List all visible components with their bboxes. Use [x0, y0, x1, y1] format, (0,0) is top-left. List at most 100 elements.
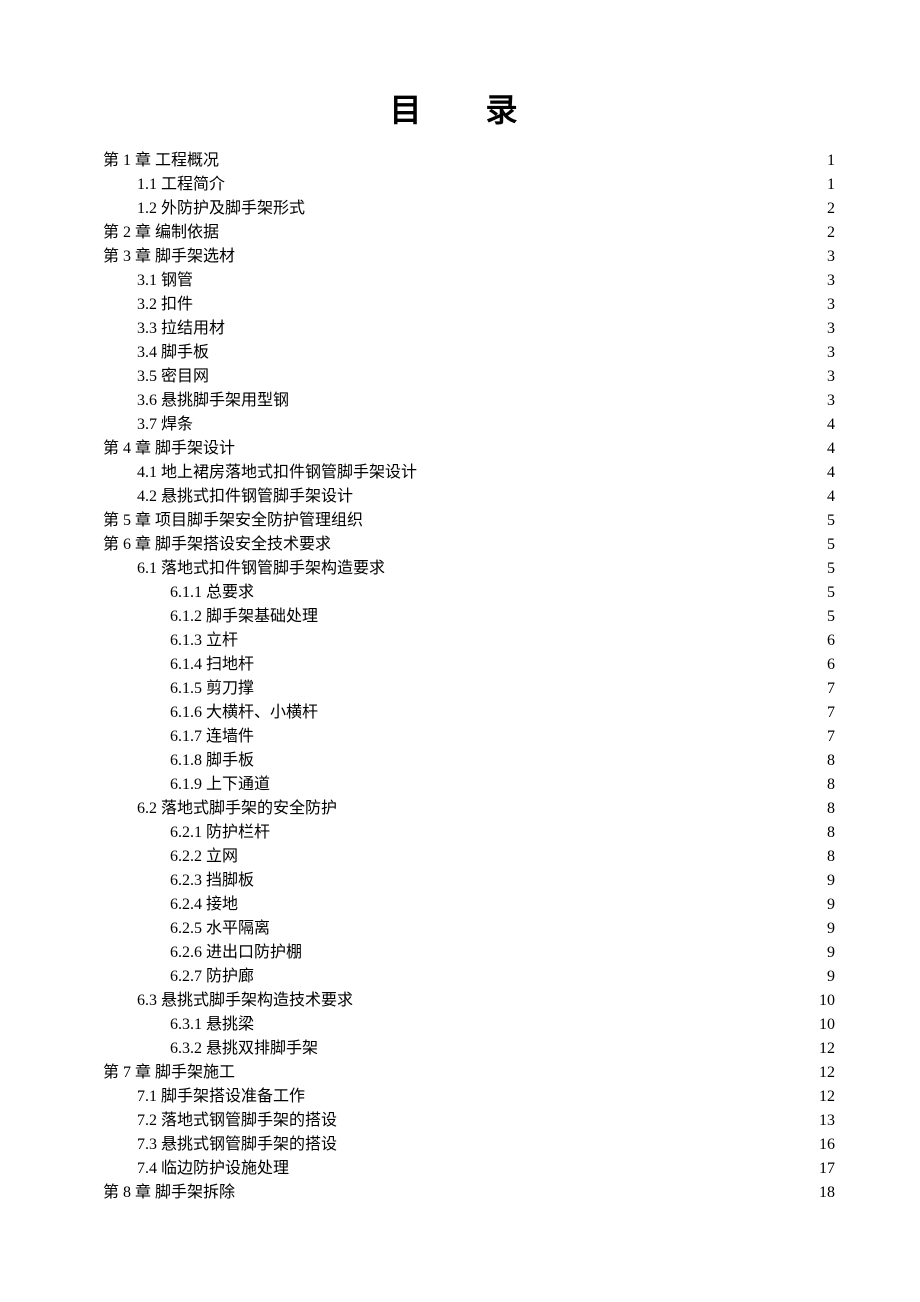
toc-entry-label: 6.1.3 立杆 — [170, 629, 238, 653]
toc-entry: 第 3 章 脚手架选材 3 — [100, 245, 835, 269]
toc-entry-label: 第 2 章 编制依据 — [103, 221, 219, 245]
toc-entry-label: 6.2.5 水平隔离 — [170, 917, 270, 941]
toc-entry: 4.1 地上裙房落地式扣件钢管脚手架设计 4 — [100, 461, 835, 485]
toc-entry-label: 第 4 章 脚手架设计 — [103, 437, 235, 461]
toc-entry-page: 7 — [827, 725, 835, 749]
toc-entry-label: 6.2 落地式脚手架的安全防护 — [137, 797, 337, 821]
toc-entry: 6.1.7 连墙件7 — [100, 725, 835, 749]
toc-title: 目 录 — [100, 85, 835, 131]
toc-entry-label: 6.1.5 剪刀撑 — [170, 677, 254, 701]
toc-entry-label: 第 3 章 脚手架选材 — [103, 245, 235, 269]
toc-entry-label: 第 1 章 工程概况 — [103, 149, 219, 173]
toc-entry-page: 6 — [827, 653, 835, 677]
toc-entry-label: 第 8 章 脚手架拆除 — [103, 1181, 235, 1205]
toc-entry-label: 3.2 扣件 — [137, 293, 193, 317]
toc-entry: 6.2.5 水平隔离 9 — [100, 917, 835, 941]
toc-entry: 3.7 焊条 4 — [100, 413, 835, 437]
toc-entry-page: 4 — [827, 437, 835, 461]
toc-entry-page: 12 — [819, 1061, 835, 1085]
toc-entry: 6.2.6 进出口防护棚 9 — [100, 941, 835, 965]
toc-entry-label: 3.3 拉结用材 — [137, 317, 225, 341]
toc-entry-page: 4 — [827, 413, 835, 437]
toc-entry-page: 10 — [819, 989, 835, 1013]
toc-entry-page: 6 — [827, 629, 835, 653]
toc-entry: 第 8 章 脚手架拆除 18 — [100, 1181, 835, 1205]
toc-entry-label: 6.1.1 总要求 — [170, 581, 254, 605]
toc-entry-page: 9 — [827, 893, 835, 917]
toc-entry-label: 6.1.8 脚手板 — [170, 749, 254, 773]
toc-entry: 7.1 脚手架搭设准备工作 12 — [100, 1085, 835, 1109]
toc-entry: 6.1 落地式扣件钢管脚手架构造要求5 — [100, 557, 835, 581]
toc-entry-page: 3 — [827, 269, 835, 293]
toc-entry-page: 8 — [827, 845, 835, 869]
toc-entry-label: 6.2.1 防护栏杆 — [170, 821, 270, 845]
toc-entry-page: 9 — [827, 869, 835, 893]
toc-entry-page: 9 — [827, 941, 835, 965]
toc-entry: 3.3 拉结用材 3 — [100, 317, 835, 341]
toc-entry-label: 1.1 工程简介 — [137, 173, 225, 197]
toc-entry-label: 6.3.2 悬挑双排脚手架 — [170, 1037, 318, 1061]
toc-entry-label: 3.6 悬挑脚手架用型钢 — [137, 389, 289, 413]
toc-entry-page: 5 — [827, 581, 835, 605]
toc-entry: 第 7 章 脚手架施工12 — [100, 1061, 835, 1085]
toc-entry-label: 7.3 悬挑式钢管脚手架的搭设 — [137, 1133, 337, 1157]
toc-entry: 1.1 工程简介1 — [100, 173, 835, 197]
toc-entry: 6.1.6 大横杆、小横杆7 — [100, 701, 835, 725]
toc-entry: 第 4 章 脚手架设计 4 — [100, 437, 835, 461]
toc-entry-page: 1 — [827, 149, 835, 173]
toc-entry-label: 6.1.4 扫地杆 — [170, 653, 254, 677]
toc-entry: 6.3.1 悬挑梁10 — [100, 1013, 835, 1037]
toc-entry-label: 6.2.6 进出口防护棚 — [170, 941, 302, 965]
toc-entry: 6.1.9 上下通道8 — [100, 773, 835, 797]
toc-entry-label: 第 6 章 脚手架搭设安全技术要求 — [103, 533, 331, 557]
toc-entry: 3.2 扣件3 — [100, 293, 835, 317]
toc-entry-page: 9 — [827, 917, 835, 941]
toc-entry-page: 12 — [819, 1085, 835, 1109]
toc-entry-label: 6.1.2 脚手架基础处理 — [170, 605, 318, 629]
toc-entry-label: 6.1 落地式扣件钢管脚手架构造要求 — [137, 557, 385, 581]
toc-entry-page: 9 — [827, 965, 835, 989]
toc-entry: 3.4 脚手板3 — [100, 341, 835, 365]
toc-entry-page: 8 — [827, 821, 835, 845]
toc-entry: 6.2.3 挡脚板9 — [100, 869, 835, 893]
toc-entry-page: 3 — [827, 389, 835, 413]
toc-entry-page: 5 — [827, 509, 835, 533]
toc-entry: 7.2 落地式钢管脚手架的搭设13 — [100, 1109, 835, 1133]
toc-entry: 3.6 悬挑脚手架用型钢 3 — [100, 389, 835, 413]
toc-entry-page: 4 — [827, 485, 835, 509]
toc-entry: 7.3 悬挑式钢管脚手架的搭设16 — [100, 1133, 835, 1157]
toc-entry-page: 3 — [827, 245, 835, 269]
toc-entry-label: 7.1 脚手架搭设准备工作 — [137, 1085, 305, 1109]
toc-entry-page: 7 — [827, 677, 835, 701]
toc-entry-label: 3.1 钢管 — [137, 269, 193, 293]
toc-entry: 6.3 悬挑式脚手架构造技术要求10 — [100, 989, 835, 1013]
toc-entry: 6.1.8 脚手板 8 — [100, 749, 835, 773]
toc-entry-page: 3 — [827, 317, 835, 341]
toc-entry: 6.1.5 剪刀撑 7 — [100, 677, 835, 701]
toc-entry: 6.2.1 防护栏杆 8 — [100, 821, 835, 845]
toc-entry-label: 1.2 外防护及脚手架形式 — [137, 197, 305, 221]
toc-container: 第 1 章 工程概况11.1 工程简介11.2 外防护及脚手架形式2第 2 章 … — [100, 149, 835, 1205]
toc-entry: 3.1 钢管 3 — [100, 269, 835, 293]
toc-entry-page: 13 — [819, 1109, 835, 1133]
toc-entry-page: 18 — [819, 1181, 835, 1205]
toc-entry-page: 4 — [827, 461, 835, 485]
toc-entry: 3.5 密目网3 — [100, 365, 835, 389]
toc-entry-page: 8 — [827, 749, 835, 773]
toc-entry-label: 3.7 焊条 — [137, 413, 193, 437]
toc-entry-page: 3 — [827, 365, 835, 389]
toc-entry-label: 4.2 悬挑式扣件钢管脚手架设计 — [137, 485, 353, 509]
toc-entry: 6.1.3 立杆 6 — [100, 629, 835, 653]
toc-entry: 6.2.2 立网8 — [100, 845, 835, 869]
toc-entry: 6.1.2 脚手架基础处理5 — [100, 605, 835, 629]
toc-entry: 6.2 落地式脚手架的安全防护8 — [100, 797, 835, 821]
toc-entry: 6.3.2 悬挑双排脚手架12 — [100, 1037, 835, 1061]
toc-entry: 第 1 章 工程概况 1 — [100, 149, 835, 173]
toc-entry-page: 17 — [819, 1157, 835, 1181]
toc-entry-label: 4.1 地上裙房落地式扣件钢管脚手架设计 — [137, 461, 417, 485]
toc-entry: 4.2 悬挑式扣件钢管脚手架设计 4 — [100, 485, 835, 509]
toc-entry-label: 6.2.4 接地 — [170, 893, 238, 917]
toc-entry-label: 第 5 章 项目脚手架安全防护管理组织 — [103, 509, 363, 533]
toc-entry-label: 6.1.6 大横杆、小横杆 — [170, 701, 318, 725]
toc-entry-label: 7.4 临边防护设施处理 — [137, 1157, 289, 1181]
